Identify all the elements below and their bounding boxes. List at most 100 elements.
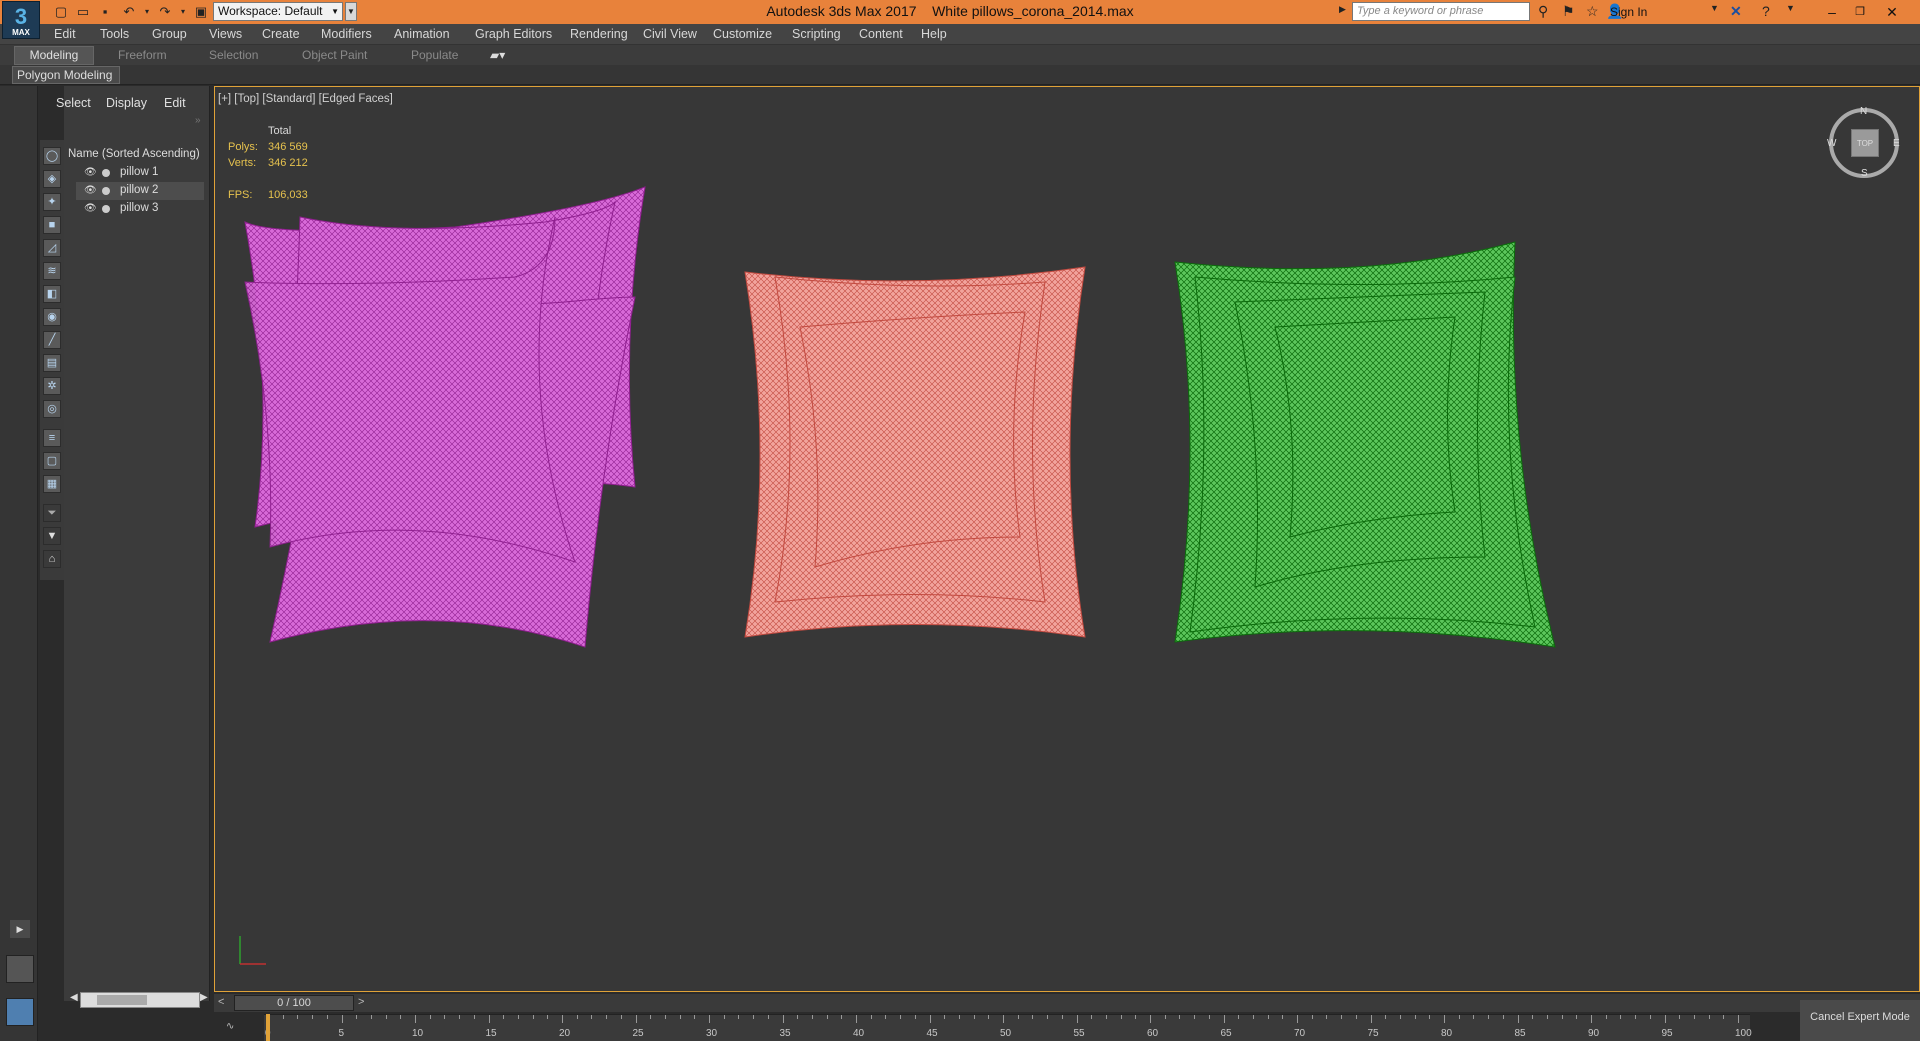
scrollbar-thumb[interactable]	[97, 995, 147, 1005]
cancel-expert-mode-button[interactable]: Cancel Expert Mode	[1800, 1000, 1920, 1041]
workspace-expand-button[interactable]: ▼	[345, 2, 357, 21]
funnel-icon[interactable]: ▼	[43, 527, 61, 545]
favorites-star-icon[interactable]: ☆	[1586, 3, 1599, 20]
visibility-eye-icon[interactable]: 👁	[84, 185, 97, 196]
timeline-tick	[958, 1015, 960, 1019]
tab-populate[interactable]: Populate	[411, 48, 458, 62]
scene-row-pillow-3[interactable]: 👁 pillow 3	[76, 200, 204, 218]
workspace-select[interactable]: Workspace: Default ▼	[213, 2, 343, 21]
undo-dropdown-icon[interactable]: ▾	[138, 3, 156, 20]
menu-create[interactable]: Create	[262, 27, 300, 41]
explorer-tab-edit[interactable]: Edit	[164, 96, 186, 110]
scroll-right-icon[interactable]: ▶	[200, 992, 208, 1003]
scene-row-pillow-1[interactable]: 👁 pillow 1	[76, 164, 204, 182]
visibility-eye-icon[interactable]: 👁	[84, 167, 97, 178]
scroll-left-icon[interactable]: ◀	[70, 992, 78, 1003]
camera-icon[interactable]: ■	[43, 216, 61, 234]
menu-help[interactable]: Help	[921, 27, 947, 41]
menu-group[interactable]: Group	[152, 27, 187, 41]
timeline-cursor[interactable]	[266, 1014, 270, 1041]
time-slider[interactable]: 0 / 100	[234, 995, 354, 1011]
time-prev-icon[interactable]: <	[218, 996, 224, 1008]
menu-tools[interactable]: Tools	[100, 27, 129, 41]
menu-content[interactable]: Content	[859, 27, 903, 41]
sign-in-button[interactable]: Sign In	[1610, 5, 1647, 19]
scene-item-label: pillow 3	[120, 202, 159, 214]
expand-arrows-icon[interactable]: »	[195, 115, 201, 126]
sign-in-dropdown-icon[interactable]: ▼	[1710, 3, 1719, 13]
select-object-icon[interactable]: ◯	[43, 147, 61, 165]
geometry-icon[interactable]: ◈	[43, 170, 61, 188]
ribbon-panel-strip	[0, 65, 1920, 85]
scene-row-pillow-2[interactable]: 👁 pillow 2	[76, 182, 204, 200]
timeline-tick-label: 60	[1147, 1028, 1159, 1039]
freeze-dot-icon[interactable]	[102, 187, 110, 195]
redo-icon[interactable]: ↷	[156, 3, 174, 20]
curve-editor-icon[interactable]: ∿	[226, 1021, 234, 1032]
light-bulb-icon[interactable]: ✦	[43, 193, 61, 211]
explorer-tab-display[interactable]: Display	[106, 96, 147, 110]
viewcube-top-face[interactable]: TOP	[1851, 129, 1879, 157]
menu-rendering[interactable]: Rendering	[570, 27, 628, 41]
frame-icon[interactable]: ▢	[43, 452, 61, 470]
eye-display-icon[interactable]: ◎	[43, 400, 61, 418]
menu-graph-editors[interactable]: Graph Editors	[475, 27, 552, 41]
horizontal-scrollbar[interactable]	[80, 992, 200, 1008]
visibility-eye-icon[interactable]: 👁	[84, 203, 97, 214]
help-dropdown-icon[interactable]: ▼	[1786, 3, 1795, 13]
wand-icon[interactable]: ╱	[43, 331, 61, 349]
menu-civil-view[interactable]: Civil View	[643, 27, 697, 41]
groups-icon[interactable]: ◧	[43, 285, 61, 303]
viewport-layout-button[interactable]	[6, 955, 34, 983]
pillow-2-mesh[interactable]	[744, 266, 1086, 638]
communication-center-icon[interactable]: ⚑	[1562, 3, 1575, 20]
search-expand-icon[interactable]: ▶	[1339, 4, 1346, 15]
open-file-icon[interactable]: ▭	[74, 3, 92, 20]
folder-icon[interactable]: ⌂	[43, 550, 61, 568]
space-warps-icon[interactable]: ≋	[43, 262, 61, 280]
tab-modeling[interactable]: Modeling	[14, 46, 94, 65]
undo-icon[interactable]: ↶	[120, 3, 138, 20]
polygon-modeling-panel[interactable]: Polygon Modeling	[12, 66, 120, 84]
save-file-icon[interactable]: ▪	[96, 3, 114, 20]
pillow-1-mesh[interactable]	[244, 186, 646, 648]
layer-icon[interactable]: ≡	[43, 429, 61, 447]
time-next-icon[interactable]: >	[358, 996, 364, 1008]
help-icon[interactable]: ?	[1762, 3, 1770, 19]
viewcube[interactable]: TOP N S E W	[1827, 106, 1900, 179]
name-column-header[interactable]: Name (Sorted Ascending)	[68, 148, 200, 160]
menu-modifiers[interactable]: Modifiers	[321, 27, 372, 41]
menu-views[interactable]: Views	[209, 27, 242, 41]
tab-freeform[interactable]: Freeform	[118, 48, 167, 62]
menu-edit[interactable]: Edit	[54, 27, 76, 41]
tab-selection[interactable]: Selection	[209, 48, 258, 62]
new-file-icon[interactable]: ▢	[52, 3, 70, 20]
keyword-search-input[interactable]: Type a keyword or phrase	[1352, 2, 1530, 21]
explorer-tab-select[interactable]: Select	[56, 96, 91, 110]
pillow-3-mesh[interactable]	[1174, 241, 1556, 648]
project-folder-icon[interactable]: ▣	[192, 3, 210, 20]
helpers-icon[interactable]: ◿	[43, 239, 61, 257]
menu-scripting[interactable]: Scripting	[792, 27, 841, 41]
ribbon-options-icon[interactable]: ▰▾	[490, 48, 505, 62]
close-button[interactable]: ✕	[1878, 1, 1906, 23]
restore-button[interactable]: ❐	[1846, 1, 1874, 23]
bone-icon[interactable]: ◉	[43, 308, 61, 326]
exchange-apps-icon[interactable]: ✕	[1730, 3, 1742, 20]
menu-customize[interactable]: Customize	[713, 27, 772, 41]
active-viewport-button[interactable]	[6, 998, 34, 1026]
freeze-dot-icon[interactable]	[102, 169, 110, 177]
filter-icon[interactable]: ⏷	[43, 504, 61, 522]
minimize-button[interactable]: –	[1818, 1, 1846, 23]
snowflake-icon[interactable]: ✲	[43, 377, 61, 395]
app-logo-button[interactable]: 3 MAX	[2, 1, 40, 39]
redo-dropdown-icon[interactable]: ▾	[174, 3, 192, 20]
menu-animation[interactable]: Animation	[394, 27, 450, 41]
freeze-dot-icon[interactable]	[102, 205, 110, 213]
binoculars-icon[interactable]: ⚲	[1538, 3, 1548, 20]
container-icon[interactable]: ▤	[43, 354, 61, 372]
expand-panel-icon[interactable]: ▶	[10, 920, 30, 938]
properties-icon[interactable]: ▦	[43, 475, 61, 493]
timeline-ruler[interactable]: 0510152025303540455055606570758085909510…	[264, 1014, 1752, 1041]
tab-object-paint[interactable]: Object Paint	[302, 48, 367, 62]
